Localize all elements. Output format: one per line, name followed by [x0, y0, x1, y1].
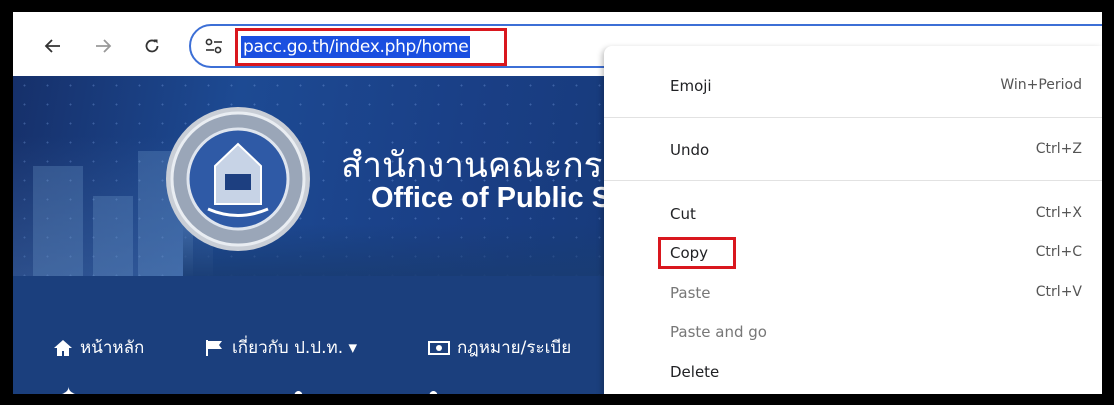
- pacc-seal-logo: [166, 107, 310, 251]
- site-title-english: Office of Public S: [371, 182, 612, 214]
- site-navigation: หน้าหลัก เกี่ยวกับ ป.ป.ท. ▾ กฎหมาย/ระเบี…: [13, 276, 633, 394]
- browser-window: pacc.go.th/index.php/home สำนักงานคณะกร …: [13, 12, 1102, 394]
- reload-icon: [145, 39, 159, 53]
- nav-label: หน้าหลัก: [80, 338, 145, 358]
- menu-item-shortcut: Win+Period: [1000, 77, 1082, 93]
- menu-item-label: Cut: [670, 205, 696, 223]
- arrow-left-icon: [44, 39, 60, 53]
- copy-highlight-box: [658, 237, 736, 269]
- tune-icon[interactable]: [204, 37, 224, 55]
- nav-row2-icon: ●: [428, 384, 439, 394]
- menu-item-delete[interactable]: Delete: [604, 354, 1102, 390]
- menu-item-paste[interactable]: Paste Ctrl+V: [604, 275, 1102, 311]
- menu-item-shortcut: Ctrl+Z: [1035, 141, 1082, 157]
- reload-button[interactable]: [138, 32, 166, 60]
- menu-item-shortcut: Ctrl+V: [1035, 284, 1082, 300]
- menu-item-shortcut: Ctrl+X: [1035, 205, 1082, 221]
- forward-button[interactable]: [89, 32, 117, 60]
- menu-item-label: Delete: [670, 363, 720, 381]
- menu-item-label: Emoji: [670, 77, 712, 95]
- nav-row2-icon: ●: [293, 384, 304, 394]
- flag-icon: [206, 339, 222, 356]
- banknote-icon: [428, 340, 450, 355]
- screenshot-frame: pacc.go.th/index.php/home สำนักงานคณะกร …: [0, 0, 1114, 405]
- menu-item-label: Paste: [670, 284, 711, 302]
- menu-item-undo[interactable]: Undo Ctrl+Z: [604, 132, 1102, 168]
- site-banner: สำนักงานคณะกร Office of Public S: [13, 76, 633, 276]
- menu-item-emoji[interactable]: Emoji Win+Period: [604, 68, 1102, 104]
- nav-item-about[interactable]: เกี่ยวกับ ป.ป.ท. ▾: [205, 334, 357, 361]
- context-menu: Emoji Win+Period Undo Ctrl+Z Cut Ctrl+X …: [604, 46, 1102, 394]
- nav-item-law[interactable]: กฎหมาย/ระเบีย: [428, 334, 571, 361]
- menu-item-label: Paste and go: [670, 323, 767, 341]
- menu-item-label: Undo: [670, 141, 710, 159]
- menu-separator: [604, 117, 1102, 118]
- menu-separator: [604, 180, 1102, 181]
- menu-item-shortcut: Ctrl+C: [1035, 244, 1082, 260]
- nav-row2-icon: ✦: [61, 384, 77, 394]
- menu-item-paste-and-go[interactable]: Paste and go: [604, 314, 1102, 350]
- arrow-right-icon: [96, 39, 112, 53]
- url-highlight-box: [235, 28, 507, 66]
- nav-label: กฎหมาย/ระเบีย: [457, 338, 572, 358]
- menu-item-cut[interactable]: Cut Ctrl+X: [604, 196, 1102, 232]
- back-button[interactable]: [39, 32, 67, 60]
- nav-label: เกี่ยวกับ ป.ป.ท. ▾: [232, 338, 358, 358]
- nav-item-home[interactable]: หน้าหลัก: [53, 334, 144, 361]
- home-icon: [54, 339, 72, 356]
